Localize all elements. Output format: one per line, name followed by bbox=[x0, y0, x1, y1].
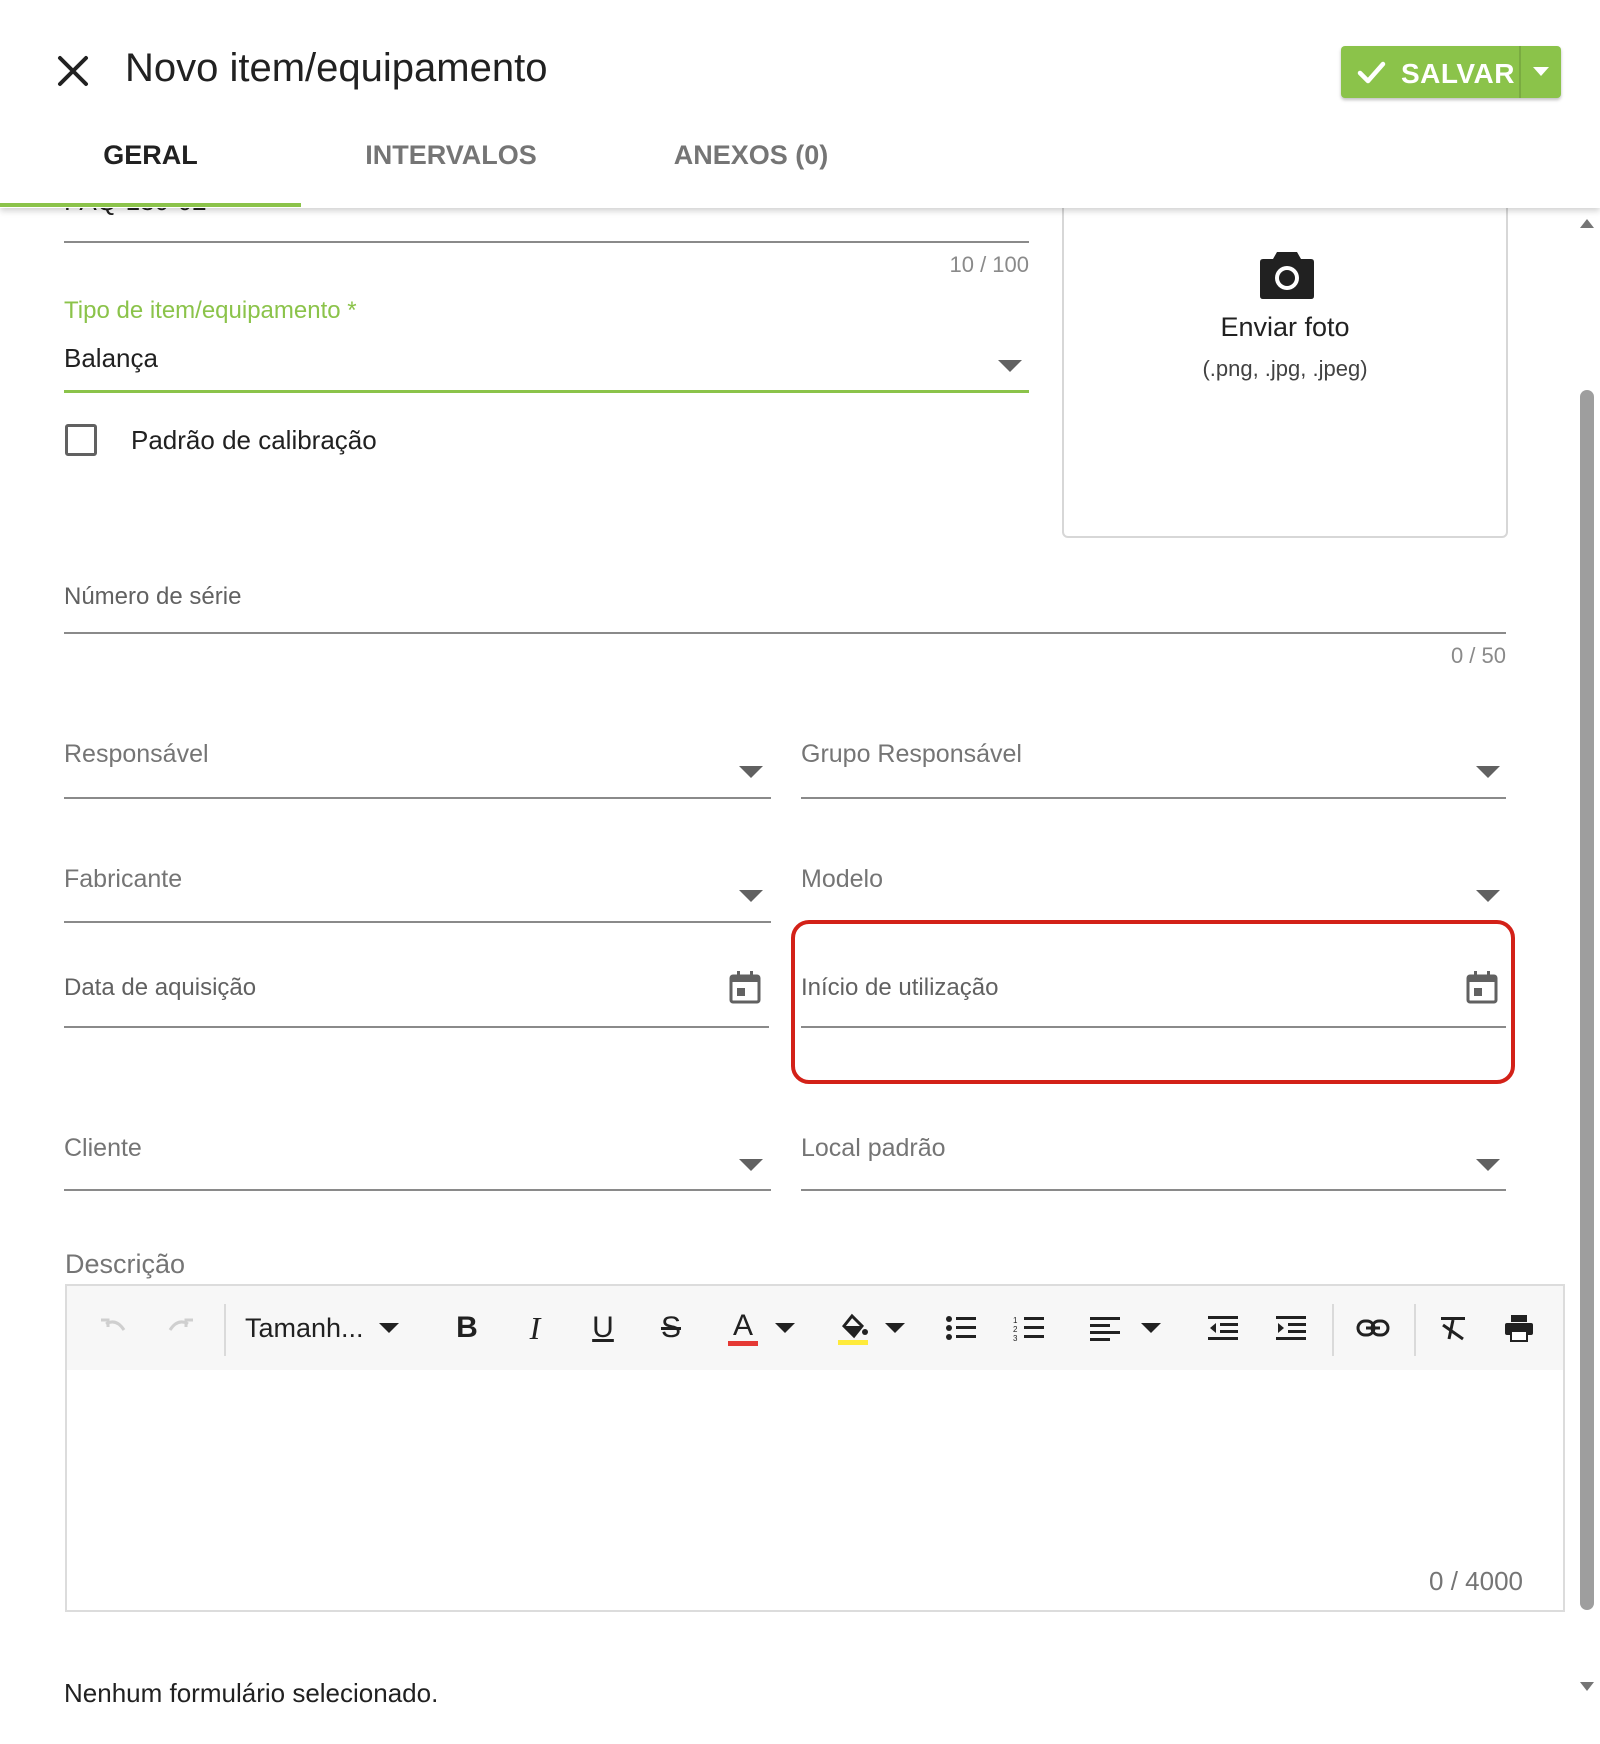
save-button[interactable]: SALVAR bbox=[1341, 46, 1519, 98]
text-color-icon[interactable]: A bbox=[723, 1308, 763, 1348]
cliente-label: Cliente bbox=[64, 1134, 142, 1162]
font-size-select[interactable]: Tamanh... bbox=[245, 1308, 415, 1348]
serial-field-label: Número de série bbox=[64, 583, 242, 610]
save-button-group: SALVAR bbox=[1341, 46, 1561, 98]
type-field-underline bbox=[64, 390, 1029, 393]
caret-down-icon[interactable] bbox=[881, 1308, 909, 1348]
undo-icon[interactable] bbox=[95, 1308, 131, 1348]
dialog-header: Novo item/equipamento SALVAR GERAL INTER… bbox=[0, 0, 1600, 208]
scroll-up-icon[interactable] bbox=[1578, 216, 1596, 230]
local-padrao-underline[interactable] bbox=[801, 1189, 1506, 1191]
save-options-button[interactable] bbox=[1521, 46, 1561, 98]
italic-icon[interactable]: I bbox=[515, 1308, 555, 1348]
code-field-counter: 10 / 100 bbox=[949, 252, 1029, 277]
align-left-icon[interactable] bbox=[1085, 1308, 1125, 1348]
data-aquisicao-underline[interactable] bbox=[64, 1026, 769, 1028]
local-padrao-label: Local padrão bbox=[801, 1134, 946, 1162]
local-padrao-dropdown-arrow[interactable] bbox=[1468, 1155, 1508, 1185]
photo-upload-formats: (.png, .jpg, .jpeg) bbox=[1202, 356, 1368, 381]
modelo-dropdown-arrow[interactable] bbox=[1468, 886, 1508, 916]
photo-upload-title: Enviar foto bbox=[1220, 312, 1350, 342]
close-icon[interactable] bbox=[52, 50, 94, 92]
numbered-list-icon[interactable]: 123 bbox=[1009, 1308, 1049, 1348]
tab-indicator bbox=[0, 203, 301, 207]
dialog-title: Novo item/equipamento bbox=[125, 46, 548, 90]
toolbar-separator bbox=[1414, 1304, 1416, 1356]
serial-field-counter: 0 / 50 bbox=[1450, 643, 1506, 668]
serial-field-underline[interactable] bbox=[64, 632, 1506, 634]
tab-anexos[interactable]: ANEXOS (0) bbox=[601, 140, 901, 171]
footer-status-text: Nenhum formulário selecionado. bbox=[64, 1678, 439, 1708]
descricao-label: Descrição bbox=[65, 1249, 186, 1279]
highlight-color-icon[interactable] bbox=[833, 1308, 873, 1348]
svg-text:1: 1 bbox=[1013, 1316, 1018, 1325]
link-icon[interactable] bbox=[1353, 1308, 1393, 1348]
description-editor[interactable]: Tamanh... B I U S A 123 0 / 4000 bbox=[65, 1284, 1565, 1612]
save-label: SALVAR bbox=[1401, 58, 1515, 89]
caret-down-icon[interactable] bbox=[771, 1308, 799, 1348]
cliente-dropdown-arrow[interactable] bbox=[731, 1155, 771, 1185]
data-aquisicao-label: Data de aquisição bbox=[64, 974, 257, 1001]
strikethrough-icon[interactable]: S bbox=[651, 1308, 691, 1348]
tab-intervalos[interactable]: INTERVALOS bbox=[301, 140, 601, 171]
outdent-icon[interactable] bbox=[1203, 1308, 1243, 1348]
caret-down-icon bbox=[378, 1323, 399, 1333]
fabricante-underline[interactable] bbox=[64, 921, 771, 923]
tab-geral[interactable]: GERAL bbox=[0, 140, 301, 171]
highlight-box bbox=[791, 920, 1515, 1084]
grupo-responsavel-underline[interactable] bbox=[801, 797, 1506, 799]
responsavel-dropdown-arrow[interactable] bbox=[731, 762, 771, 792]
editor-toolbar: Tamanh... B I U S A 123 bbox=[67, 1286, 1563, 1370]
font-size-label: Tamanh... bbox=[245, 1312, 364, 1343]
redo-icon[interactable] bbox=[163, 1308, 199, 1348]
fabricante-label: Fabricante bbox=[64, 865, 183, 893]
code-field-underline bbox=[64, 241, 1029, 243]
toolbar-separator bbox=[224, 1304, 226, 1356]
calendar-icon[interactable] bbox=[728, 970, 762, 1004]
description-counter: 0 / 4000 bbox=[1429, 1566, 1523, 1596]
calibration-checkbox[interactable] bbox=[65, 424, 97, 456]
bullet-list-icon[interactable] bbox=[941, 1308, 981, 1348]
check-icon bbox=[1357, 61, 1386, 84]
caret-down-icon bbox=[1533, 67, 1549, 76]
caret-down-icon[interactable] bbox=[1137, 1308, 1165, 1348]
toolbar-separator bbox=[1332, 1304, 1334, 1356]
grupo-responsavel-dropdown-arrow[interactable] bbox=[1468, 762, 1508, 792]
bold-icon[interactable]: B bbox=[447, 1308, 487, 1348]
type-field-label: Tipo de item/equipamento * bbox=[64, 297, 357, 324]
svg-text:2: 2 bbox=[1013, 1325, 1018, 1334]
scrollbar-thumb[interactable] bbox=[1580, 390, 1594, 1610]
grupo-responsavel-label: Grupo Responsável bbox=[801, 740, 1022, 768]
type-field-value[interactable]: Balança bbox=[64, 343, 158, 374]
cliente-underline[interactable] bbox=[64, 1189, 771, 1191]
modelo-label: Modelo bbox=[801, 865, 883, 893]
indent-icon[interactable] bbox=[1271, 1308, 1311, 1348]
fabricante-dropdown-arrow[interactable] bbox=[731, 886, 771, 916]
responsavel-underline[interactable] bbox=[64, 797, 771, 799]
type-dropdown-arrow[interactable] bbox=[990, 352, 1030, 382]
camera-icon bbox=[1260, 252, 1314, 299]
underline-icon[interactable]: U bbox=[583, 1308, 623, 1348]
photo-upload[interactable]: Enviar foto (.png, .jpg, .jpeg) bbox=[1062, 150, 1508, 538]
clear-format-icon[interactable] bbox=[1433, 1308, 1473, 1348]
responsavel-label: Responsável bbox=[64, 740, 209, 768]
svg-text:3: 3 bbox=[1013, 1334, 1018, 1342]
scroll-down-icon[interactable] bbox=[1578, 1680, 1596, 1694]
print-icon[interactable] bbox=[1499, 1308, 1539, 1348]
calibration-checkbox-label: Padrão de calibração bbox=[131, 425, 377, 455]
